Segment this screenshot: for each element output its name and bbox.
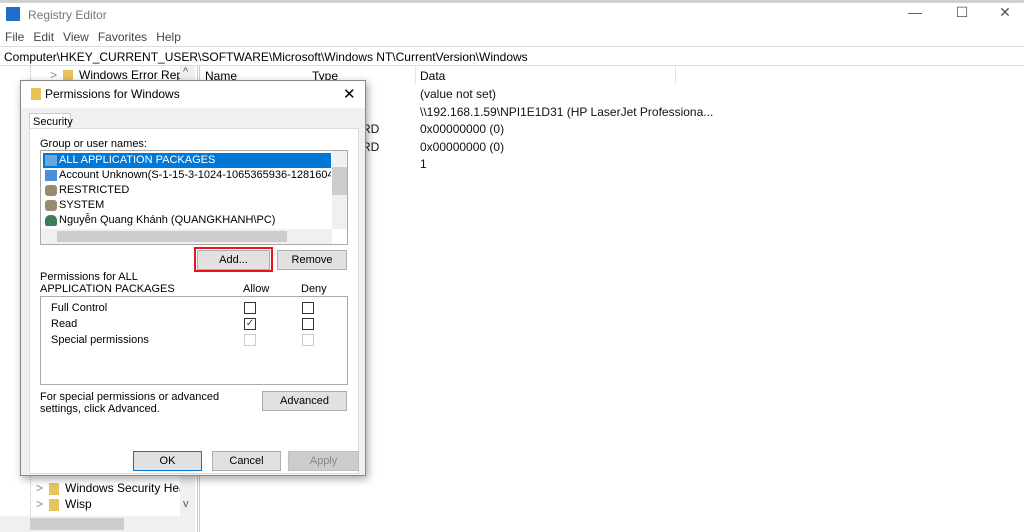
folder-icon: [49, 482, 60, 495]
permissions-dialog: Permissions for Windows ✕ Security Group…: [20, 80, 366, 476]
data-cell: 1: [420, 157, 427, 171]
permissions-list: Full Control Read ✓ Special permissions: [40, 296, 348, 385]
dialog-title-bar: Permissions for Windows ✕: [21, 81, 365, 108]
special-allow-checkbox: [244, 334, 256, 346]
data-cell: (value not set): [420, 87, 497, 101]
remove-button[interactable]: Remove: [277, 250, 347, 270]
group-label: Group or user names:: [40, 138, 147, 150]
tree-item[interactable]: > Wisp: [36, 497, 92, 511]
chevron-up-icon[interactable]: ^: [183, 66, 188, 78]
tree-horizontal-scrollbar[interactable]: [0, 516, 195, 532]
menu-favorites[interactable]: Favorites: [98, 30, 147, 44]
add-button[interactable]: Add...: [197, 250, 270, 270]
chevron-right-icon: >: [36, 481, 44, 495]
user-icon: [45, 215, 57, 226]
package-icon: [45, 170, 57, 181]
special-deny-checkbox: [302, 334, 314, 346]
menu-view[interactable]: View: [63, 30, 89, 44]
column-divider: [675, 66, 676, 84]
list-item[interactable]: ALL APPLICATION PACKAGES: [43, 153, 331, 168]
full-control-allow-checkbox[interactable]: [244, 302, 256, 314]
folder-icon: [49, 498, 60, 511]
group-icon: [45, 200, 57, 211]
scroll-thumb[interactable]: [30, 518, 124, 530]
data-cell: 0x00000000 (0): [420, 140, 505, 154]
read-deny-checkbox[interactable]: [302, 318, 314, 330]
advanced-hint: For special permissions or advanced sett…: [40, 391, 220, 415]
list-vertical-scrollbar[interactable]: [332, 151, 347, 229]
permission-name: Read: [51, 318, 78, 330]
maximize-button[interactable]: ☐: [947, 4, 977, 24]
list-horizontal-scrollbar[interactable]: [41, 229, 332, 244]
scroll-thumb[interactable]: [57, 231, 287, 242]
minimize-button[interactable]: —: [900, 4, 930, 24]
dialog-title: Permissions for Windows: [45, 87, 180, 101]
advanced-button[interactable]: Advanced: [262, 391, 347, 411]
user-list: ALL APPLICATION PACKAGES Account Unknown…: [40, 150, 348, 245]
full-control-deny-checkbox[interactable]: [302, 302, 314, 314]
read-allow-checkbox[interactable]: ✓: [244, 318, 256, 330]
list-item[interactable]: RESTRICTED: [43, 183, 331, 198]
data-cell: \\192.168.1.59\NPI1E1D31 (HP LaserJet Pr…: [420, 105, 714, 119]
permissions-label: Permissions for ALL APPLICATION PACKAGES: [40, 271, 175, 295]
apply-button: Apply: [288, 451, 359, 471]
permission-name: Full Control: [51, 302, 108, 314]
column-data[interactable]: Data: [420, 69, 445, 83]
top-edge: [0, 0, 1024, 3]
ok-button[interactable]: OK: [133, 451, 202, 471]
chevron-right-icon: >: [36, 497, 44, 511]
close-button[interactable]: ✕: [990, 4, 1020, 24]
allow-header: Allow: [243, 283, 270, 295]
column-divider: [415, 66, 416, 84]
package-icon: [45, 155, 57, 166]
dialog-close-button[interactable]: ✕: [343, 85, 356, 103]
menu-bar: File Edit View Favorites Help: [5, 30, 190, 44]
chevron-down-icon[interactable]: v: [183, 498, 189, 510]
menu-edit[interactable]: Edit: [33, 30, 54, 44]
scroll-thumb[interactable]: [332, 167, 347, 195]
data-cell: 0x00000000 (0): [420, 122, 505, 136]
deny-header: Deny: [301, 283, 327, 295]
group-icon: [45, 185, 57, 196]
list-item[interactable]: Account Unknown(S-1-15-3-1024-1065365936…: [43, 168, 331, 183]
list-item[interactable]: Nguyễn Quang Khánh (QUANGKHANH\PC): [43, 213, 331, 228]
list-item[interactable]: SYSTEM: [43, 198, 331, 213]
tree-item[interactable]: > Windows Security Healt: [36, 481, 192, 495]
security-panel: Group or user names: ALL APPLICATION PAC…: [29, 128, 359, 474]
folder-icon: [31, 88, 41, 100]
registry-editor-icon: [6, 7, 20, 21]
menu-file[interactable]: File: [5, 30, 24, 44]
menu-help[interactable]: Help: [156, 30, 181, 44]
cancel-button[interactable]: Cancel: [212, 451, 281, 471]
window-title: Registry Editor: [28, 8, 107, 22]
tab-security[interactable]: Security: [29, 113, 73, 129]
address-bar[interactable]: Computer\HKEY_CURRENT_USER\SOFTWARE\Micr…: [0, 46, 1024, 66]
permission-name: Special permissions: [51, 334, 149, 346]
